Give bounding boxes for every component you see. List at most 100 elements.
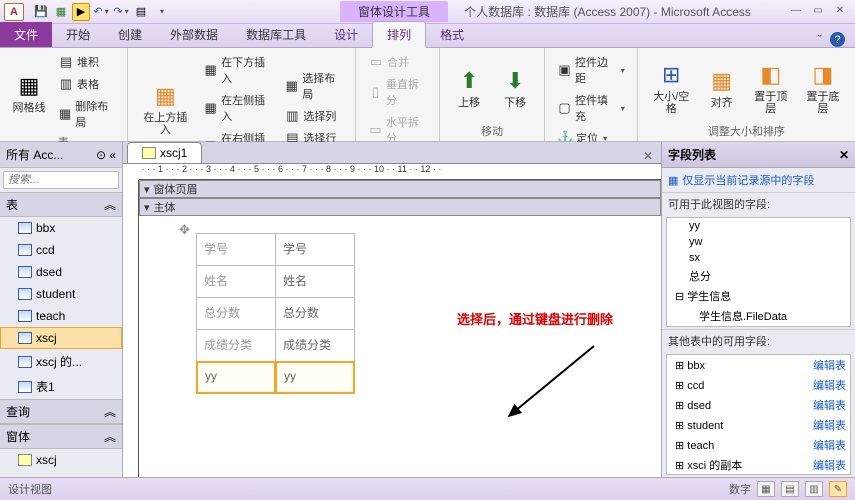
move-down-button[interactable]: ⬇下移: [494, 63, 536, 111]
edit-table-link[interactable]: 编辑表: [813, 357, 846, 373]
field-parent[interactable]: ⊟ 学生信息: [667, 286, 850, 306]
qat-form-icon[interactable]: ▤: [132, 3, 150, 21]
view-design-button[interactable]: ✎: [829, 481, 847, 497]
insert-below-button[interactable]: ▦在下方插入: [199, 52, 276, 88]
other-table-item[interactable]: ⊞ bbx编辑表: [667, 355, 850, 375]
tab-home[interactable]: 开始: [52, 22, 104, 47]
form-label-cell[interactable]: 成绩分类: [196, 329, 276, 362]
close-tab-icon[interactable]: ✕: [643, 149, 653, 163]
other-table-item[interactable]: ⊞ dsed编辑表: [667, 395, 850, 415]
nav-item-dsed[interactable]: dsed: [0, 261, 122, 283]
form-label-cell[interactable]: 总分数: [196, 297, 276, 330]
search-input[interactable]: [3, 171, 119, 189]
gridlines-button[interactable]: ▦网格线: [8, 68, 50, 116]
edit-table-link[interactable]: 编辑表: [813, 397, 846, 413]
tab-create[interactable]: 创建: [104, 22, 156, 47]
view-form-button[interactable]: ▦: [757, 481, 775, 497]
tab-external-data[interactable]: 外部数据: [156, 22, 232, 47]
nav-dropdown-icon[interactable]: ⊙ «: [96, 148, 116, 162]
other-table-item[interactable]: ⊞ ccd编辑表: [667, 375, 850, 395]
field-item[interactable]: 总分: [667, 266, 850, 286]
other-tables-list[interactable]: ⊞ bbx编辑表⊞ ccd编辑表⊞ dsed编辑表⊞ student编辑表⊞ t…: [666, 354, 851, 475]
edit-table-link[interactable]: 编辑表: [813, 377, 846, 393]
close-button[interactable]: ✕: [831, 5, 849, 19]
detail-section-body[interactable]: ✥ 学号学号姓名姓名总分数总分数成绩分类成绩分类yyyy 选择后，通过键盘进行删…: [139, 216, 661, 456]
vertical-ruler[interactable]: [123, 180, 139, 477]
restore-button[interactable]: ▭: [809, 5, 827, 19]
form-label-cell[interactable]: 姓名: [196, 265, 276, 298]
edit-table-link[interactable]: 编辑表: [813, 457, 846, 473]
show-current-source-link[interactable]: ▦仅显示当前记录源中的字段: [662, 168, 855, 192]
form-control-cell[interactable]: yy: [275, 361, 355, 394]
nav-header[interactable]: 所有 Acc... ⊙ «: [0, 142, 122, 168]
close-pane-icon[interactable]: ✕: [839, 148, 849, 162]
stacked-button[interactable]: ▤堆积: [54, 52, 119, 72]
tab-file[interactable]: 文件: [0, 22, 52, 47]
field-item[interactable]: yw: [667, 234, 850, 250]
other-table-item[interactable]: ⊞ xsci 的副本编辑表: [667, 455, 850, 475]
qat-custom-icon[interactable]: ▾: [152, 3, 170, 21]
minimize-ribbon-icon[interactable]: ˇ: [818, 32, 822, 47]
field-child[interactable]: 学生信息.FileData: [667, 306, 850, 326]
remove-layout-button[interactable]: ▦删除布局: [54, 96, 119, 132]
tabular-button[interactable]: ▥表格: [54, 74, 119, 94]
other-table-item[interactable]: ⊞ student编辑表: [667, 415, 850, 435]
minimize-button[interactable]: ―: [787, 5, 805, 19]
control-margins-button[interactable]: ▣控件边距▾: [553, 52, 629, 88]
tab-format[interactable]: 格式: [426, 22, 478, 47]
form-control-cell[interactable]: 总分数: [275, 297, 355, 330]
form-control-cell[interactable]: 成绩分类: [275, 329, 355, 362]
current-fields-list[interactable]: yyywsx总分⊟ 学生信息学生信息.FileData学生信息.FileName…: [666, 217, 851, 327]
nav-category-forms[interactable]: 窗体︽: [0, 424, 122, 449]
form-control-cell[interactable]: 姓名: [275, 265, 355, 298]
nav-item-表1[interactable]: 表1: [0, 374, 122, 399]
nav-category-tables[interactable]: 表︽: [0, 192, 122, 217]
move-up-button[interactable]: ⬆上移: [448, 63, 490, 111]
design-canvas[interactable]: · · · 1 · · · 2 · · · 3 · · · 4 · · · 5 …: [123, 164, 661, 477]
tab-design[interactable]: 设计: [320, 22, 372, 47]
field-child[interactable]: 学生信息.FileName: [667, 326, 850, 327]
nav-item-xscj[interactable]: xscj: [0, 449, 122, 471]
qat-excel-icon[interactable]: ▦: [52, 3, 70, 21]
field-item[interactable]: yy: [667, 218, 850, 234]
bring-front-button[interactable]: ◧置于顶层: [747, 57, 795, 117]
qat-save-icon[interactable]: 💾: [32, 3, 50, 21]
horizontal-ruler[interactable]: · · · 1 · · · 2 · · · 3 · · · 4 · · · 5 …: [139, 164, 661, 180]
align-button[interactable]: ▦对齐: [701, 63, 743, 111]
form-label-cell[interactable]: 学号: [196, 233, 276, 266]
form-control-cell[interactable]: 学号: [275, 233, 355, 266]
edit-table-link[interactable]: 编辑表: [813, 417, 846, 433]
select-column-button[interactable]: ▥选择列: [280, 106, 347, 126]
control-padding-button[interactable]: ▢控件填充▾: [553, 90, 629, 126]
nav-category-queries[interactable]: 查询︽: [0, 399, 122, 424]
layout-selector-icon[interactable]: ✥: [179, 222, 190, 238]
insert-left-button[interactable]: ▦在左侧插入: [199, 90, 276, 126]
view-datasheet-button[interactable]: ▤: [781, 481, 799, 497]
nav-item-ccd[interactable]: ccd: [0, 239, 122, 261]
field-item[interactable]: sx: [667, 250, 850, 266]
status-view-label: 设计视图: [8, 481, 52, 497]
section-detail[interactable]: ▾主体: [139, 198, 661, 216]
insert-above-button[interactable]: ▦在上方插入: [136, 78, 196, 138]
edit-table-link[interactable]: 编辑表: [813, 437, 846, 453]
tab-arrange[interactable]: 排列: [372, 21, 426, 48]
select-layout-icon: ▦: [284, 78, 299, 94]
doc-tab-xscj1[interactable]: xscj1: [127, 142, 202, 163]
section-form-header[interactable]: ▾窗体页眉: [139, 180, 661, 198]
view-layout-button[interactable]: ▥: [805, 481, 823, 497]
nav-item-xscj 的...[interactable]: xscj 的...: [0, 349, 122, 374]
qat-undo-icon[interactable]: ↶▾: [92, 3, 110, 21]
form-label-cell[interactable]: yy: [196, 361, 276, 394]
tab-database-tools[interactable]: 数据库工具: [232, 22, 320, 47]
qat-run-icon[interactable]: ▶: [72, 3, 90, 21]
nav-item-teach[interactable]: teach: [0, 305, 122, 327]
qat-redo-icon[interactable]: ↷▾: [112, 3, 130, 21]
nav-item-xscj[interactable]: xscj: [0, 327, 122, 349]
nav-item-bbx[interactable]: bbx: [0, 217, 122, 239]
select-layout-button[interactable]: ▦选择布局: [280, 68, 347, 104]
nav-item-student[interactable]: student: [0, 283, 122, 305]
send-back-button[interactable]: ◨置于底层: [799, 57, 847, 117]
other-table-item[interactable]: ⊞ teach编辑表: [667, 435, 850, 455]
help-icon[interactable]: ?: [830, 32, 845, 47]
size-space-button[interactable]: ⊞大小/空格: [646, 57, 697, 117]
